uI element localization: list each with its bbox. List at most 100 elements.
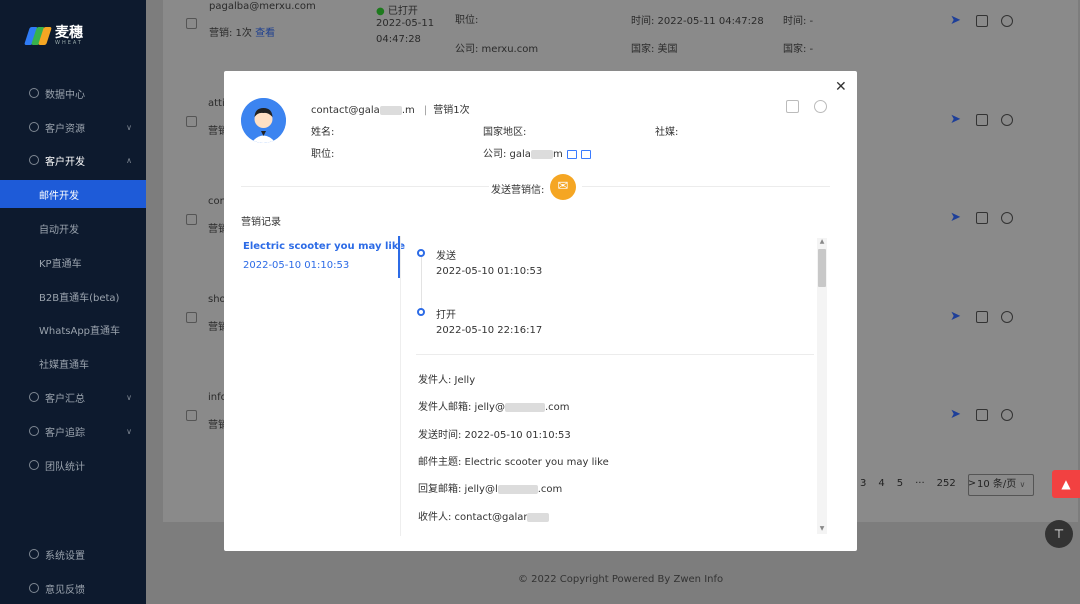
marketing-count: 营销1次: [433, 105, 470, 116]
person-icon[interactable]: [1001, 212, 1013, 224]
notification-bell-icon[interactable]: ▲: [1052, 470, 1080, 498]
page-252[interactable]: 252: [937, 478, 956, 489]
track-icon: [29, 426, 39, 436]
send-plane-icon[interactable]: ➤: [950, 408, 962, 421]
brand-logo[interactable]: 麦穗 WHEAT: [24, 26, 83, 46]
redacted-block: [530, 149, 553, 159]
sender-email-prefix: 发件人邮箱: jelly@: [418, 402, 505, 413]
page-5[interactable]: 5: [897, 478, 903, 489]
page-ellipsis[interactable]: ···: [915, 478, 925, 489]
scrollbar-thumb[interactable]: [818, 249, 826, 287]
detail-sender-email: 发件人邮箱: jelly@ .com: [418, 398, 570, 413]
page-size-value: 10 条/页: [977, 479, 1017, 490]
nav-customer-resources[interactable]: 客户资源 ∨: [0, 113, 146, 141]
external-link-icon[interactable]: [580, 149, 591, 159]
person-icon[interactable]: [1001, 311, 1013, 323]
pagination: 3 4 5 ··· 252 >: [860, 478, 976, 489]
nav-label: 客户资源: [45, 123, 85, 135]
contact-email-suffix: .m: [401, 105, 415, 116]
timeline-label: 发送: [436, 251, 456, 262]
nav-customer-track[interactable]: 客户追踪 ∨: [0, 417, 146, 445]
nav-team-stats[interactable]: 团队统计: [0, 451, 146, 479]
company-line: 公司: gala m: [483, 145, 591, 160]
row-checkbox[interactable]: [186, 214, 197, 225]
nav-feedback[interactable]: 意见反馈: [0, 574, 146, 602]
view-link[interactable]: 查看: [255, 28, 275, 39]
row-marketing: 营销: 1次 查看: [209, 24, 275, 39]
note-icon[interactable]: [976, 311, 988, 323]
detail-sender: 发件人: Jelly: [418, 375, 476, 386]
row-email-truncated: atti: [208, 98, 225, 109]
nav-social-express[interactable]: 社媒直通车: [0, 349, 146, 377]
person-icon[interactable]: [1001, 15, 1013, 27]
dashboard-icon: [29, 88, 39, 98]
divider: [241, 186, 489, 187]
chevron-down-icon: ∨: [126, 392, 132, 402]
timeline-dot-icon: [417, 308, 425, 316]
timeline-time: 2022-05-10 01:10:53: [436, 266, 543, 277]
envelope-icon: ✉: [557, 179, 569, 194]
page-4[interactable]: 4: [878, 478, 884, 489]
contact-email-line: contact@gala .m | 营销1次: [311, 101, 470, 116]
active-record-indicator: [398, 236, 400, 278]
row-company: 公司: merxu.com: [455, 44, 539, 55]
note-icon[interactable]: [976, 409, 988, 421]
row-checkbox[interactable]: [186, 410, 197, 421]
note-icon[interactable]: [976, 212, 988, 224]
chevron-down-icon: ∨: [1019, 480, 1026, 489]
redacted-block: [527, 512, 550, 522]
close-icon[interactable]: ✕: [835, 79, 847, 95]
row-status: ● 已打开: [376, 2, 418, 17]
record-time: 2022-05-10 01:10:53: [243, 260, 350, 271]
nav-whatsapp-express[interactable]: WhatsApp直通车: [0, 315, 146, 343]
nav-data-center[interactable]: 数据中心: [0, 79, 146, 107]
nav-label: 客户汇总: [45, 393, 85, 405]
nav-system-settings[interactable]: 系统设置: [0, 540, 146, 568]
summary-icon: [29, 392, 39, 402]
person-icon[interactable]: [1001, 114, 1013, 126]
detail-recipient: 收件人: contact@galar: [418, 508, 550, 523]
copy-icon[interactable]: [566, 149, 577, 159]
nav-customer-summary[interactable]: 客户汇总 ∨: [0, 383, 146, 411]
redacted-block: [497, 484, 538, 494]
back-to-top-icon[interactable]: ⊤: [1045, 520, 1073, 548]
copyright-footer: © 2022 Copyright Powered By Zwen Info: [518, 574, 724, 585]
nav-label: 客户追踪: [45, 427, 85, 439]
timeline-connector: [421, 257, 422, 309]
row-position: 职位:: [455, 15, 479, 26]
send-plane-icon[interactable]: ➤: [950, 14, 962, 27]
note-icon[interactable]: [976, 114, 988, 126]
nav-kp-express[interactable]: KP直通车: [0, 248, 146, 276]
reply-email-prefix: 回复邮箱: jelly@l: [418, 484, 498, 495]
person-icon[interactable]: [814, 100, 827, 113]
row-checkbox[interactable]: [186, 116, 197, 127]
send-mail-button[interactable]: ✉: [550, 174, 576, 200]
row-checkbox[interactable]: [186, 18, 197, 29]
send-plane-icon[interactable]: ➤: [950, 113, 962, 126]
row-status-time: 04:47:28: [376, 34, 421, 45]
send-plane-icon[interactable]: ➤: [950, 310, 962, 323]
note-icon[interactable]: [976, 15, 988, 27]
chevron-down-icon: ∨: [126, 426, 132, 436]
send-plane-icon[interactable]: ➤: [950, 211, 962, 224]
nav-auto-develop[interactable]: 自动开发: [0, 214, 146, 242]
nav-email-develop[interactable]: 邮件开发: [0, 180, 146, 208]
note-icon[interactable]: [786, 100, 799, 113]
scroll-up-icon[interactable]: ▲: [818, 238, 826, 245]
nav-customer-develop[interactable]: 客户开发 ∧: [0, 146, 146, 174]
company-label: 公司: gala: [483, 149, 531, 160]
nav-label: 数据中心: [45, 89, 85, 101]
row-time: 时间: 2022-05-11 04:47:28: [631, 16, 764, 27]
record-subject[interactable]: Electric scooter you may like: [243, 241, 405, 252]
sender-email-suffix: .com: [544, 402, 570, 413]
send-marketing-label: 发送营销信:: [491, 185, 545, 196]
person-icon[interactable]: [1001, 409, 1013, 421]
page-3[interactable]: 3: [860, 478, 866, 489]
customer-detail-modal: ✕ contact@gala .m | 营销1次 姓名: 国家地区: 社媒: 职位:…: [224, 71, 857, 551]
customer-icon: [29, 122, 39, 132]
contact-email: contact@gala: [311, 105, 380, 116]
nav-b2b-express[interactable]: B2B直通车(beta): [0, 282, 146, 310]
page-size-select[interactable]: 10 条/页 ∨: [968, 474, 1034, 496]
row-checkbox[interactable]: [186, 312, 197, 323]
scroll-down-icon[interactable]: ▼: [818, 525, 826, 532]
